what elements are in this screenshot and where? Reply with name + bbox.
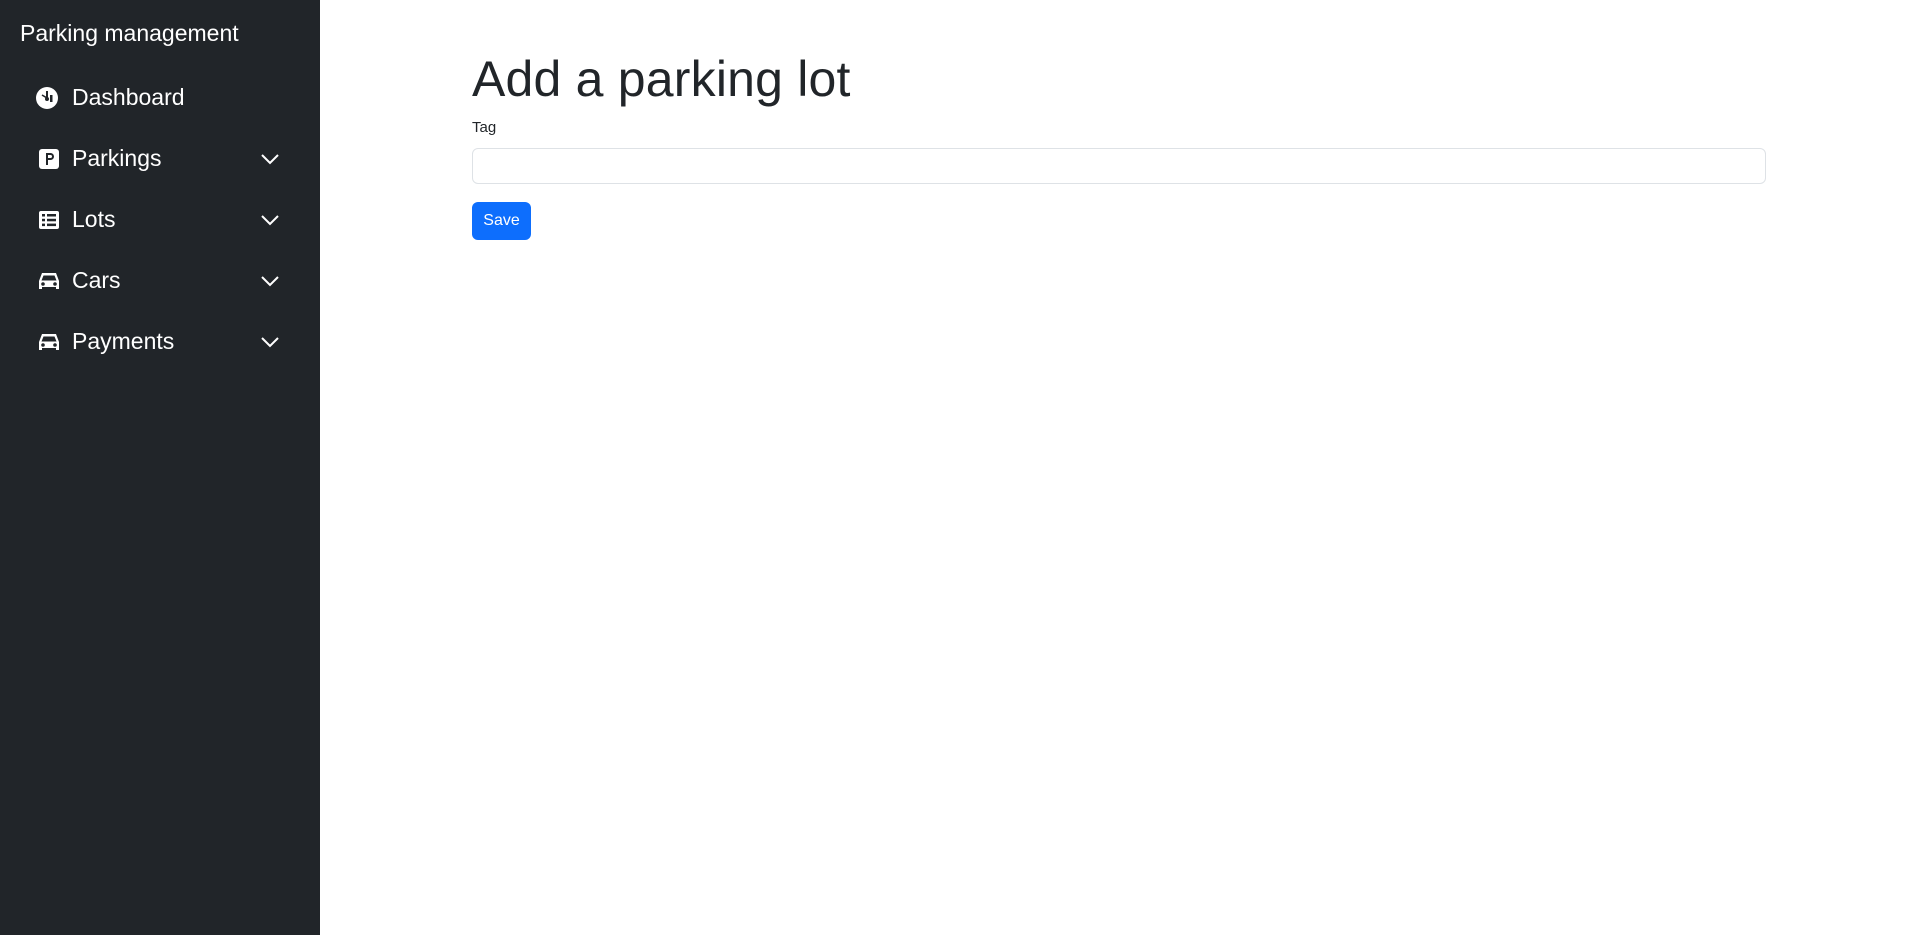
chevron-down-icon[interactable] (259, 332, 281, 352)
chevron-down-icon[interactable] (259, 210, 281, 230)
sidebar-item-label: Parkings (72, 145, 162, 171)
sidebar-item-label: Dashboard (72, 84, 185, 110)
sidebar-item-parkings[interactable]: Parkings (0, 133, 320, 185)
sidebar: Parking management Dashboard Parkings Lo… (0, 0, 320, 935)
sidebar-item-label: Cars (72, 267, 121, 293)
list-table-icon (36, 207, 62, 233)
page-title: Add a parking lot (472, 51, 851, 107)
sidebar-item-label: Lots (72, 206, 116, 232)
car-icon (36, 329, 62, 355)
chevron-down-icon[interactable] (259, 271, 281, 291)
save-button[interactable]: Save (472, 202, 531, 240)
tag-label: Tag (472, 119, 497, 136)
chevron-down-icon[interactable] (259, 149, 281, 169)
sidebar-item-payments[interactable]: Payments (0, 316, 320, 368)
car-icon (36, 268, 62, 294)
dashboard-gauge-icon (34, 85, 60, 111)
main-content: Add a parking lot Tag Save (320, 0, 1920, 935)
sidebar-item-label: Payments (72, 328, 175, 354)
sidebar-item-dashboard[interactable]: Dashboard (0, 72, 320, 124)
tag-input[interactable] (472, 148, 1766, 184)
app-brand[interactable]: Parking management (20, 20, 239, 47)
sidebar-item-cars[interactable]: Cars (0, 255, 320, 307)
parking-sign-icon (36, 146, 62, 172)
sidebar-item-lots[interactable]: Lots (0, 194, 320, 246)
